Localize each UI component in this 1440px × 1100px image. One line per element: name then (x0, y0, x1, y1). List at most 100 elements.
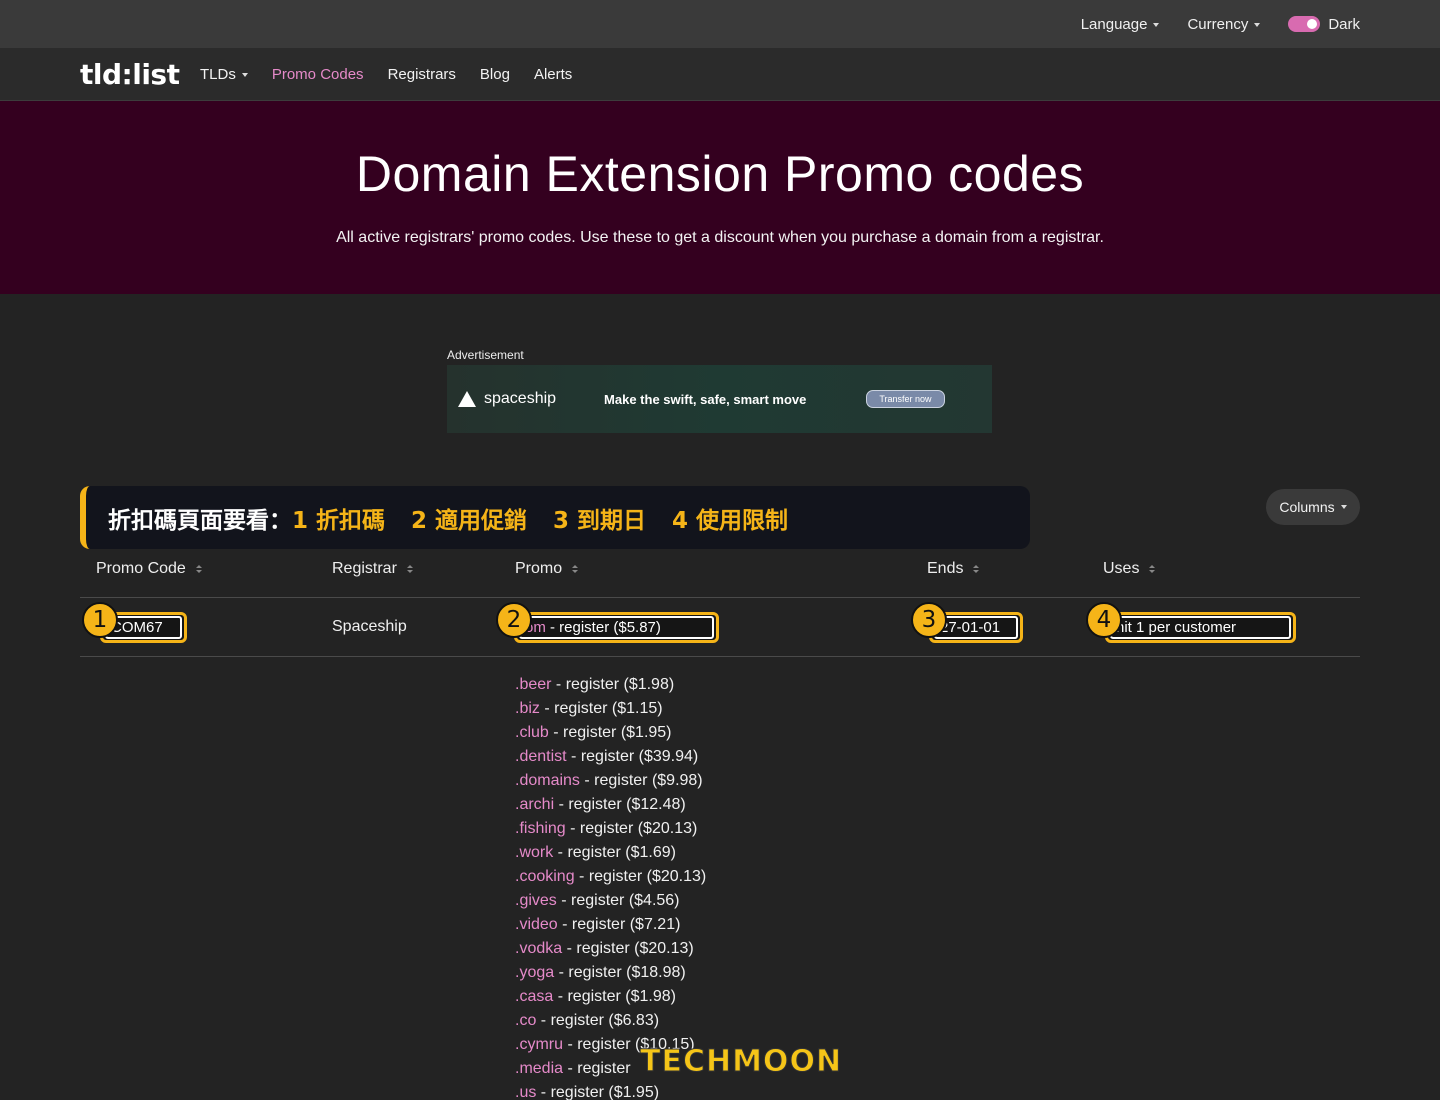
tld-link[interactable]: .media (515, 1060, 563, 1077)
chevron-down-icon (241, 72, 248, 77)
sort-icon (973, 565, 980, 573)
list-item: .gives - register ($4.56) (515, 889, 706, 913)
tld-link[interactable]: .co (515, 1012, 536, 1029)
promo-text: - register ($7.21) (557, 916, 681, 933)
annotation-item: 4 使用限制 (672, 507, 789, 534)
promo-text: - register ($1.95) (536, 1084, 660, 1100)
sort-icon (195, 565, 202, 573)
tld-link[interactable]: .vodka (515, 940, 562, 957)
list-item: .club - register ($1.95) (515, 721, 706, 745)
currency-dropdown[interactable]: Currency (1187, 15, 1261, 33)
annotation-banner: 折扣碼頁面要看： 1 折扣碼 2 適用促銷 3 到期日 4 使用限制 (80, 486, 1030, 549)
header-label: Ends (927, 560, 964, 577)
list-item: .dentist - register ($39.94) (515, 745, 706, 769)
chevron-down-icon (1153, 22, 1160, 27)
header-label: Registrar (332, 560, 397, 577)
promo-text: - register ($20.13) (562, 940, 694, 957)
annotation-prefix: 折扣碼頁面要看： (108, 507, 292, 534)
currency-label: Currency (1187, 15, 1249, 33)
tld-link[interactable]: .beer (515, 676, 551, 693)
ad-label: Advertisement (447, 348, 524, 362)
nav-promo-codes[interactable]: Promo Codes (272, 66, 364, 83)
registrar-cell[interactable]: Spaceship (332, 618, 407, 636)
ad-brand-name: spaceship (484, 390, 557, 407)
column-header-uses[interactable]: Uses (1103, 560, 1156, 578)
toggle-switch[interactable] (1288, 16, 1321, 32)
tld-link[interactable]: .gives (515, 892, 557, 909)
ad-cta-button[interactable]: Transfer now (866, 390, 945, 408)
tld-link[interactable]: .cymru (515, 1036, 563, 1053)
columns-dropdown-button[interactable]: Columns (1266, 489, 1360, 525)
column-header-ends[interactable]: Ends (927, 560, 980, 578)
nav-registrars[interactable]: Registrars (388, 66, 456, 83)
tld-link[interactable]: .yoga (515, 964, 554, 981)
dark-mode-toggle[interactable]: Dark (1288, 16, 1360, 33)
nav-tlds-dropdown[interactable]: TLDs (200, 66, 248, 83)
list-item: .co - register ($6.83) (515, 1009, 706, 1033)
tld-link[interactable]: .casa (515, 988, 553, 1005)
sort-icon (572, 565, 579, 573)
tld-link[interactable]: .video (515, 916, 558, 933)
tld-link[interactable]: .work (515, 844, 553, 861)
annotation-item: 3 到期日 (553, 507, 647, 534)
annotation-badge: 4 (1086, 602, 1122, 638)
list-item: .cooking - register ($20.13) (515, 865, 706, 889)
annotation-item: 1 折扣碼 (292, 507, 386, 534)
uses-cell: nit 1 per customer (1105, 612, 1296, 643)
promo-text: - register ($20.13) (565, 820, 698, 837)
list-item: .biz - register ($1.15) (515, 697, 706, 721)
column-header-promo[interactable]: Promo (515, 560, 579, 578)
tld-link[interactable]: .cooking (515, 868, 575, 885)
spaceship-logo-icon (458, 391, 476, 407)
list-item: .archi - register ($12.48) (515, 793, 706, 817)
tld-link[interactable]: .fishing (515, 820, 566, 837)
header-label: Promo Code (96, 560, 186, 577)
nav-links: TLDs Promo Codes Registrars Blog Alerts (200, 48, 572, 100)
dark-mode-label: Dark (1328, 15, 1360, 33)
ad-slogan: Make the swift, safe, smart move (604, 391, 807, 407)
watermark-logo: TECHMOON (639, 1044, 843, 1080)
annotation-badge: 3 (911, 602, 947, 638)
tld-link[interactable]: .dentist (515, 748, 567, 765)
site-logo[interactable]: tld:list (80, 58, 180, 91)
column-header-registrar[interactable]: Registrar (332, 560, 413, 578)
page-title: Domain Extension Promo codes (355, 146, 1085, 202)
promo-value: om - register ($5.87) (519, 616, 714, 639)
tld-link[interactable]: .archi (515, 796, 554, 813)
ad-brand: spaceship (458, 390, 556, 408)
promo-text: - register ($1.15) (539, 700, 663, 717)
promo-text: - register ($9.98) (579, 772, 703, 789)
promo-text: - register ($4.56) (556, 892, 680, 909)
promo-text: - register ($1.98) (551, 676, 675, 693)
promo-text: - register ($18.98) (554, 964, 686, 981)
list-item: .fishing - register ($20.13) (515, 817, 706, 841)
ad-banner[interactable]: spaceship Make the swift, safe, smart mo… (447, 365, 992, 433)
nav-blog[interactable]: Blog (480, 66, 510, 83)
sort-icon (406, 565, 413, 573)
promo-text: - register ($39.94) (566, 748, 699, 765)
tld-link[interactable]: .biz (515, 700, 540, 717)
language-dropdown[interactable]: Language (1081, 16, 1160, 33)
table-row-divider (80, 656, 1360, 657)
tld-link[interactable]: .us (515, 1084, 536, 1100)
promo-text: - register ($6.83) (536, 1012, 660, 1029)
list-item: .domains - register ($9.98) (515, 769, 706, 793)
sort-icon (1149, 565, 1156, 573)
promo-text: - register ($5.87) (545, 619, 661, 636)
promo-text: - register ($1.69) (553, 844, 676, 861)
promo-list: .beer - register ($1.98) .biz - register… (515, 673, 706, 1100)
promo-text: - register ($1.95) (548, 724, 672, 741)
tld-link[interactable]: .club (515, 724, 549, 741)
top-utility-bar: Language Currency Dark (0, 0, 1440, 48)
annotation-badge: 2 (496, 602, 532, 638)
annotation-item: 2 適用促銷 (411, 507, 528, 534)
promo-text: - register ($1.98) (553, 988, 676, 1005)
header-label: Uses (1103, 560, 1140, 577)
column-header-promo-code[interactable]: Promo Code (96, 560, 202, 578)
tld-link[interactable]: .domains (515, 772, 580, 789)
hero-banner: Domain Extension Promo codes All active … (0, 101, 1440, 294)
list-item: .casa - register ($1.98) (515, 985, 706, 1009)
list-item: .us - register ($1.95) (515, 1081, 706, 1100)
promo-text: - register ($20.13) (574, 868, 707, 885)
nav-alerts[interactable]: Alerts (534, 66, 572, 83)
